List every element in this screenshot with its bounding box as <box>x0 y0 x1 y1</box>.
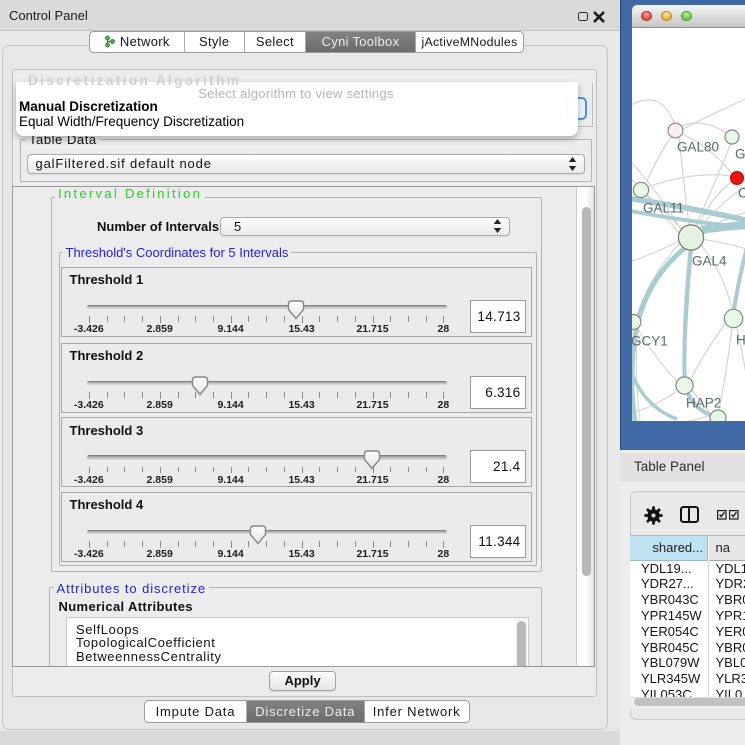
svg-text:H: H <box>736 333 745 348</box>
svg-text:C: C <box>738 186 745 201</box>
svg-text:GAL4: GAL4 <box>692 254 727 269</box>
svg-text:HAP2: HAP2 <box>686 396 721 411</box>
svg-text:G.: G. <box>735 147 745 162</box>
svg-text:GAL80: GAL80 <box>677 140 719 155</box>
svg-text:GCY1: GCY1 <box>632 334 668 349</box>
svg-text:GAL11: GAL11 <box>643 201 684 216</box>
